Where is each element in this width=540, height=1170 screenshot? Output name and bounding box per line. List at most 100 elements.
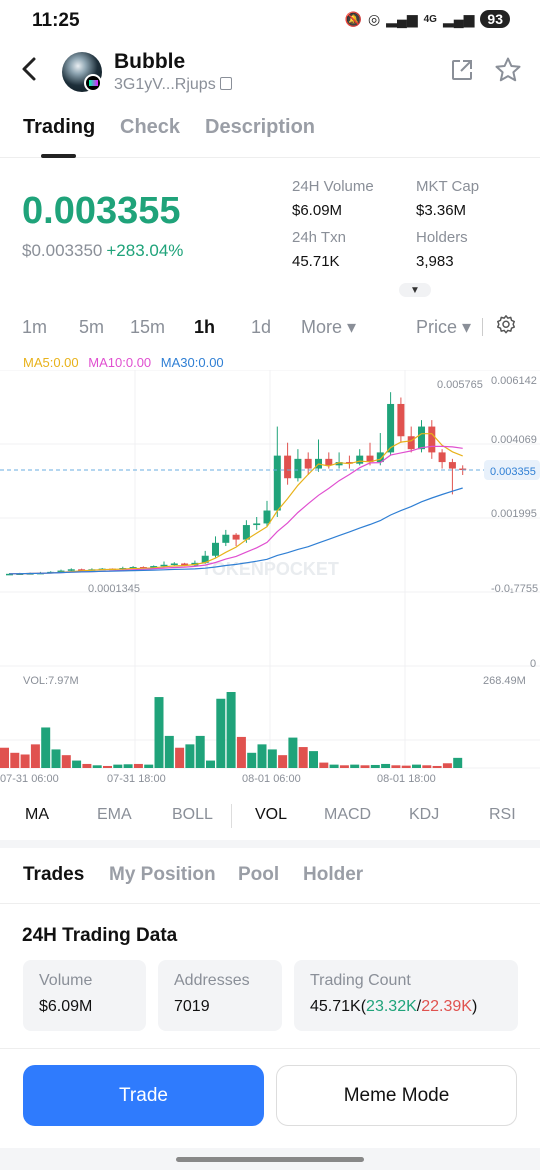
card-label: Trading Count — [310, 972, 411, 989]
low-price-label: 0.0001345 — [88, 583, 140, 595]
x-tick-label: 08-01 06:00 — [242, 773, 301, 785]
back-icon[interactable] — [20, 56, 38, 88]
card-label: Addresses — [174, 972, 250, 989]
interval-more-dropdown[interactable]: More ▾ — [301, 317, 356, 338]
tab-holder[interactable]: Holder — [303, 864, 363, 886]
candles — [6, 392, 467, 576]
volume-bar — [20, 754, 30, 768]
tab-check[interactable]: Check — [120, 116, 180, 139]
volume-bars — [0, 692, 463, 768]
volume-bar — [164, 735, 174, 768]
indicator-kdj[interactable]: KDJ — [409, 806, 439, 824]
chart-watermark: TOKENPOCKET — [201, 559, 339, 579]
tab-trading[interactable]: Trading — [23, 116, 95, 139]
indicator-ma[interactable]: MA — [25, 806, 49, 824]
volume-bar — [195, 735, 205, 768]
indicator-rsi[interactable]: RSI — [489, 806, 516, 824]
favorite-star-icon[interactable] — [494, 56, 522, 84]
expand-stats-chevron-icon[interactable]: ▼ — [399, 283, 431, 297]
volume-bar — [154, 697, 164, 768]
tab-trades[interactable]: Trades — [23, 864, 84, 886]
volume-bar — [144, 764, 154, 768]
tab-my-position[interactable]: My Position — [109, 864, 216, 886]
section-divider — [0, 840, 540, 848]
stat-label: 24H Volume — [292, 178, 374, 195]
volume-bar — [103, 765, 112, 768]
volume-bar — [309, 751, 318, 768]
interval-5m[interactable]: 5m — [79, 317, 104, 338]
share-icon[interactable] — [450, 58, 474, 82]
addresses-card: Addresses 7019 — [158, 960, 282, 1031]
volume-bar — [123, 764, 133, 768]
token-header: Bubble 3G1yV...Rjups — [0, 48, 540, 98]
candle-body — [387, 403, 395, 453]
stat-value: 3,983 — [416, 253, 454, 270]
interval-1d[interactable]: 1d — [251, 317, 271, 338]
indicator-boll[interactable]: BOLL — [172, 806, 213, 824]
volume-bar — [319, 762, 329, 768]
candle-body — [212, 542, 219, 556]
volume-bar — [288, 737, 298, 768]
y-tick-label: 0.001995 — [491, 508, 537, 520]
stat-value: $3.36M — [416, 202, 467, 219]
tab-pool[interactable]: Pool — [238, 864, 279, 886]
interval-1m[interactable]: 1m — [22, 317, 47, 338]
volume-bar — [329, 764, 339, 768]
volume-bar — [133, 763, 143, 768]
stat-label: 24h Txn — [292, 229, 346, 246]
candle-body — [170, 563, 178, 565]
indicator-macd[interactable]: MACD — [324, 806, 371, 824]
candle-body — [438, 452, 446, 463]
x-tick-label: 08-01 18:00 — [377, 773, 436, 785]
volume-bar — [216, 698, 226, 768]
mute-icon: 🔕 — [344, 10, 362, 27]
volume-bar — [422, 765, 432, 768]
current-price: 0.003355 — [22, 190, 181, 232]
indicator-vol[interactable]: VOL — [255, 806, 287, 824]
divider — [231, 804, 232, 828]
x-tick-label: 07-31 06:00 — [0, 773, 59, 785]
chart-settings-gear-icon[interactable] — [495, 314, 517, 336]
interval-15m[interactable]: 15m — [130, 317, 165, 338]
candle-body — [407, 436, 415, 450]
token-name: Bubble — [114, 50, 186, 73]
volume-bar — [412, 764, 421, 768]
token-address-text: 3G1yV...Rjups — [114, 76, 216, 93]
volume-bar — [10, 752, 20, 768]
count-buy: 23.32K — [366, 998, 417, 1015]
candle-body — [294, 458, 302, 479]
ma30-legend: MA30:0.00 — [160, 355, 224, 370]
volume-bar — [206, 760, 215, 768]
active-tab-indicator — [41, 154, 76, 158]
volume-bar — [30, 744, 40, 768]
trading-data-title: 24H Trading Data — [22, 925, 178, 946]
volume-card: Volume $6.09M — [23, 960, 146, 1031]
trade-button[interactable]: Trade — [23, 1065, 264, 1126]
price-mode-dropdown[interactable]: Price ▾ — [416, 317, 471, 338]
volume-bar — [370, 764, 380, 768]
home-indicator[interactable] — [176, 1157, 364, 1162]
candle-body — [304, 458, 312, 469]
volume-bar — [51, 749, 61, 768]
volume-bar — [175, 747, 185, 768]
stat-label: Holders — [416, 229, 468, 246]
solana-chain-icon — [84, 74, 102, 92]
network-label: 4G — [423, 13, 437, 25]
indicator-ema[interactable]: EMA — [97, 806, 132, 824]
volume-bar — [185, 744, 195, 768]
token-address[interactable]: 3G1yV...Rjups — [114, 76, 232, 94]
volume-bar — [72, 760, 82, 768]
volume-bar — [350, 764, 360, 768]
card-value: 45.71K(23.32K/22.39K) — [310, 998, 478, 1015]
x-tick-label: 07-31 18:00 — [107, 773, 166, 785]
candlestick-chart[interactable]: TOKENPOCKET 0.003355 0.005765 0.0001345 … — [0, 370, 540, 790]
interval-1h[interactable]: 1h — [194, 317, 215, 338]
indicator-selector: MA EMA BOLL VOL MACD KDJ RSI — [0, 800, 540, 832]
tab-description[interactable]: Description — [205, 116, 315, 139]
volume-bar — [453, 757, 463, 768]
card-label: Volume — [39, 972, 93, 989]
copy-icon[interactable] — [219, 77, 232, 90]
meme-mode-button[interactable]: Meme Mode — [276, 1065, 517, 1126]
interval-selector: 1m 5m 15m 1h 1d More ▾ Price ▾ — [0, 312, 540, 342]
candle-body — [263, 510, 271, 524]
